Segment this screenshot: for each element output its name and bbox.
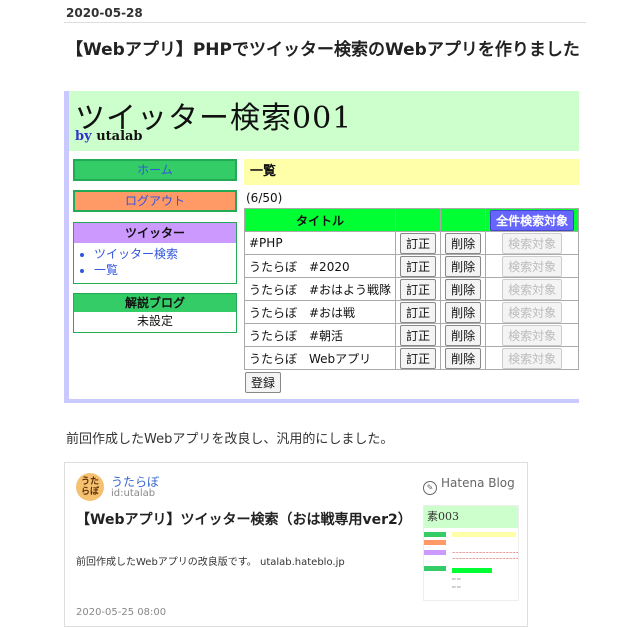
app-byline: by utalab (75, 129, 143, 144)
post-date: 2020-05-28 (66, 6, 143, 20)
thumb-text: ~~~~~~~~~~~~~~~~~~~~ (452, 550, 519, 555)
col-edit-header (395, 208, 442, 232)
thumb-bar (424, 532, 446, 537)
edit-button[interactable]: 訂正 (400, 347, 437, 369)
delete-button[interactable]: 削除 (445, 255, 482, 277)
row-title: うたらぼ Webアプリ (243, 346, 397, 370)
thumb-text: ▭ ▭ (452, 584, 461, 589)
list-count: (6/50) (246, 191, 283, 205)
date-divider (64, 22, 586, 23)
twitter-search-link[interactable]: ツイッター検索 (94, 246, 236, 262)
search-target-button: 検索対象 (502, 278, 563, 300)
thumb-bar (424, 540, 446, 545)
table-row: うたらぼ #おは戦 訂正 削除 検索対象 (243, 300, 580, 324)
thumb-text: ~~~~~~~~~~~~~~~~~~~~ (452, 556, 519, 561)
list-heading: 一覧 (244, 159, 579, 185)
edit-button[interactable]: 訂正 (400, 301, 437, 323)
thumb-text: ▭ ▭ (452, 576, 461, 581)
search-target-button: 検索対象 (502, 347, 563, 369)
row-title: うたらぼ #朝活 (243, 323, 397, 347)
twitter-menu: ツイッター ツイッター検索 一覧 (73, 222, 237, 284)
blog-box: 解説ブログ 未設定 (73, 293, 237, 333)
register-button[interactable]: 登録 (245, 372, 282, 393)
col-search-header: 全件検索対象 (485, 208, 580, 232)
thumb-bar (424, 566, 446, 571)
card-description: 前回作成したWebアプリの改良版です。 utalab.hateblo.jp (76, 557, 345, 568)
table-row: うたらぼ Webアプリ 訂正 削除 検索対象 (243, 346, 580, 370)
card-date: 2020-05-25 08:00 (76, 607, 167, 618)
search-target-button: 検索対象 (502, 232, 563, 254)
table-header-row: タイトル 全件検索対象 (243, 208, 580, 232)
search-target-button: 検索対象 (502, 301, 563, 323)
keyword-table: タイトル 全件検索対象 #PHP 訂正 削除 検索対象 うたらぼ #2020 訂… (243, 208, 580, 370)
twitter-menu-header: ツイッター (74, 223, 236, 243)
app-author: utalab (96, 129, 143, 144)
card-author-id: id:utalab (111, 488, 156, 499)
author-avatar[interactable]: うた らぼ (76, 473, 104, 501)
post-description: 前回作成したWebアプリを改良し、汎用的にしました。 (66, 432, 394, 447)
delete-button[interactable]: 削除 (445, 301, 482, 323)
home-button[interactable]: ホーム (73, 159, 237, 181)
thumb-header: 素003 (424, 506, 518, 528)
row-title: うたらぼ #おは戦 (243, 300, 397, 324)
row-title: うたらぼ #2020 (243, 254, 397, 278)
thumb-bar (452, 568, 492, 573)
delete-button[interactable]: 削除 (445, 232, 482, 254)
delete-button[interactable]: 削除 (445, 347, 482, 369)
delete-button[interactable]: 削除 (445, 324, 482, 346)
row-title: うたらぼ #おはよう戦隊 (243, 277, 397, 301)
blog-box-value: 未設定 (136, 314, 173, 328)
by-label: by (75, 129, 92, 144)
edit-button[interactable]: 訂正 (400, 255, 437, 277)
card-title[interactable]: 【Webアプリ】ツイッター検索（おは戦専用ver2） (76, 510, 416, 531)
edit-button[interactable]: 訂正 (400, 324, 437, 346)
delete-button[interactable]: 削除 (445, 278, 482, 300)
hatena-logo-icon: ✎ (423, 481, 437, 495)
all-search-button[interactable]: 全件検索対象 (490, 209, 575, 231)
app-screenshot: ツイッター検索001 by utalab ホーム ログアウト ツイッター ツイッ… (64, 91, 580, 403)
table-row: うたらぼ #朝活 訂正 削除 検索対象 (243, 323, 580, 347)
list-link[interactable]: 一覧 (94, 262, 236, 278)
app-header: ツイッター検索001 by utalab (69, 91, 579, 151)
edit-button[interactable]: 訂正 (400, 232, 437, 254)
table-row: うたらぼ #おはよう戦隊 訂正 削除 検索対象 (243, 277, 580, 301)
row-title: #PHP (243, 231, 397, 255)
col-delete-header (440, 208, 487, 232)
blog-box-header: 解説ブログ (74, 294, 236, 312)
card-thumbnail[interactable]: 素003 ~~~~~~~~~~~~~~~~~~~~ ~~~~~~~~~~~~~~… (423, 505, 519, 601)
blog-card[interactable]: うた らぼ うたらぼ id:utalab ✎ Hatena Blog 【Webアプ… (64, 462, 528, 627)
thumb-bar (424, 550, 446, 555)
table-row: うたらぼ #2020 訂正 削除 検索対象 (243, 254, 580, 278)
edit-button[interactable]: 訂正 (400, 278, 437, 300)
hatena-blog-brand[interactable]: ✎ Hatena Blog (423, 476, 515, 495)
search-target-button: 検索対象 (502, 324, 563, 346)
thumb-bar (452, 532, 516, 537)
col-title-header: タイトル (243, 208, 397, 232)
search-target-button: 検索対象 (502, 255, 563, 277)
hatena-brand-label: Hatena Blog (441, 476, 515, 490)
post-title[interactable]: 【Webアプリ】PHPでツイッター検索のWebアプリを作りました (66, 38, 586, 62)
logout-button[interactable]: ログアウト (73, 190, 237, 212)
table-row: #PHP 訂正 削除 検索対象 (243, 231, 580, 255)
